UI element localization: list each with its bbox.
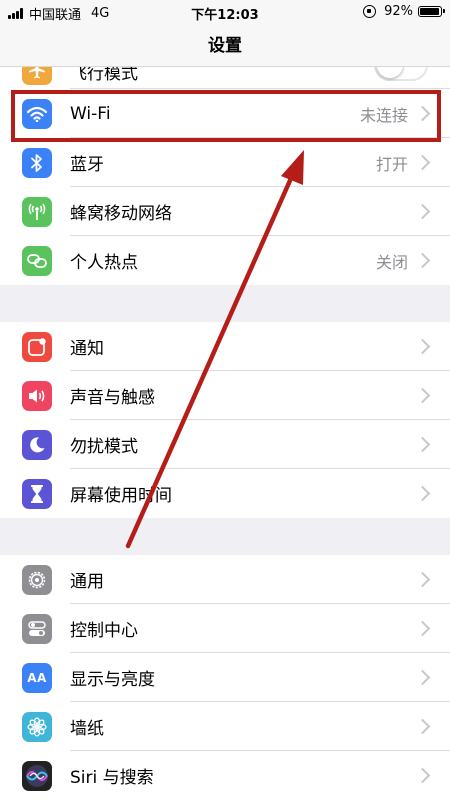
battery-icon — [418, 6, 445, 17]
chevron-right-icon — [414, 718, 431, 735]
settings-row-label: Siri 与搜索 — [70, 768, 154, 788]
airplane-icon — [22, 67, 52, 85]
settings-row-display-brightness[interactable]: AA 显示与亮度 — [0, 653, 450, 702]
settings-row-cellular[interactable]: 蜂窝移动网络 — [0, 187, 450, 236]
settings-row-siri[interactable]: Siri 与搜索 — [0, 751, 450, 800]
settings-row-label: 墙纸 — [70, 719, 104, 739]
nav-bar: 设置 — [0, 26, 450, 67]
settings-row-label: 个人热点 — [70, 253, 138, 273]
bluetooth-icon — [22, 147, 52, 178]
settings-row-label: 通用 — [70, 572, 104, 592]
settings-row-wallpaper[interactable]: 墙纸 — [0, 702, 450, 751]
hotspot-status-value: 关闭 — [375, 252, 408, 272]
notification-icon — [22, 331, 52, 362]
wifi-icon — [22, 98, 52, 129]
wallpaper-flower-icon — [22, 711, 52, 742]
settings-row-label: 显示与亮度 — [70, 670, 155, 690]
chevron-right-icon — [414, 571, 431, 588]
status-right: 92% — [363, 4, 445, 19]
chevron-right-icon — [414, 485, 431, 502]
display-aa-icon-text: AA — [27, 670, 47, 685]
control-center-icon — [22, 613, 52, 644]
display-aa-icon: AA — [22, 662, 52, 693]
settings-row-general[interactable]: 通用 — [0, 555, 450, 604]
chevron-right-icon — [414, 387, 431, 404]
chevron-right-icon — [414, 154, 431, 171]
settings-group-notifications: 通知 声音与触感 勿扰模式 屏幕使用时间 — [0, 322, 450, 518]
hourglass-icon — [22, 478, 52, 509]
settings-row-label: 声音与触感 — [70, 388, 155, 408]
battery-percent: 92% — [384, 4, 413, 19]
gear-icon — [22, 564, 52, 595]
settings-group-general: 通用 控制中心 AA 显示与亮度 墙纸 Siri 与搜索 — [0, 555, 450, 800]
chevron-right-icon — [414, 338, 431, 355]
settings-row-screen-time[interactable]: 屏幕使用时间 — [0, 469, 450, 518]
chevron-right-icon — [414, 669, 431, 686]
settings-group-connectivity: 飞行模式 Wi-Fi 未连接 蓝牙 打开 蜂窝移动网络 个人热点 关闭 — [0, 67, 450, 285]
settings-row-sounds[interactable]: 声音与触感 — [0, 371, 450, 420]
settings-row-label: 控制中心 — [70, 621, 138, 641]
settings-row-label: 勿扰模式 — [70, 437, 138, 457]
settings-row-label: 飞行模式 — [70, 67, 138, 84]
settings-row-control-center[interactable]: 控制中心 — [0, 604, 450, 653]
status-bar: 中国联通 4G 下午12:03 92% — [0, 0, 450, 26]
personal-hotspot-icon — [22, 245, 52, 276]
chevron-right-icon — [414, 203, 431, 220]
settings-row-label: Wi-Fi — [70, 103, 111, 124]
settings-row-airplane-mode[interactable]: 飞行模式 — [0, 67, 450, 89]
bluetooth-status-value: 打开 — [375, 154, 408, 174]
group-separator — [0, 518, 450, 555]
settings-row-label: 蜂窝移动网络 — [70, 204, 172, 224]
airplane-mode-toggle[interactable] — [374, 67, 428, 81]
group-separator — [0, 285, 450, 322]
chevron-right-icon — [414, 620, 431, 637]
settings-row-bluetooth[interactable]: 蓝牙 打开 — [0, 138, 450, 187]
settings-row-label: 蓝牙 — [70, 155, 104, 175]
orientation-lock-icon — [363, 5, 377, 18]
page-title: 设置 — [208, 36, 242, 56]
chevron-right-icon — [414, 436, 431, 453]
chevron-right-icon — [414, 105, 431, 122]
wifi-status-value: 未连接 — [359, 105, 408, 125]
chevron-right-icon — [414, 767, 431, 784]
settings-row-do-not-disturb[interactable]: 勿扰模式 — [0, 420, 450, 469]
cellular-antenna-icon — [22, 196, 52, 227]
moon-icon — [22, 429, 52, 460]
chevron-right-icon — [414, 252, 431, 269]
settings-row-label: 屏幕使用时间 — [70, 486, 172, 506]
settings-row-wifi[interactable]: Wi-Fi 未连接 — [0, 89, 450, 138]
siri-icon — [22, 760, 52, 791]
settings-list: 飞行模式 Wi-Fi 未连接 蓝牙 打开 蜂窝移动网络 个人热点 关闭 通知 声… — [0, 67, 450, 800]
settings-row-label: 通知 — [70, 339, 104, 359]
settings-row-personal-hotspot[interactable]: 个人热点 关闭 — [0, 236, 450, 285]
settings-row-notifications[interactable]: 通知 — [0, 322, 450, 371]
speaker-icon — [22, 380, 52, 411]
